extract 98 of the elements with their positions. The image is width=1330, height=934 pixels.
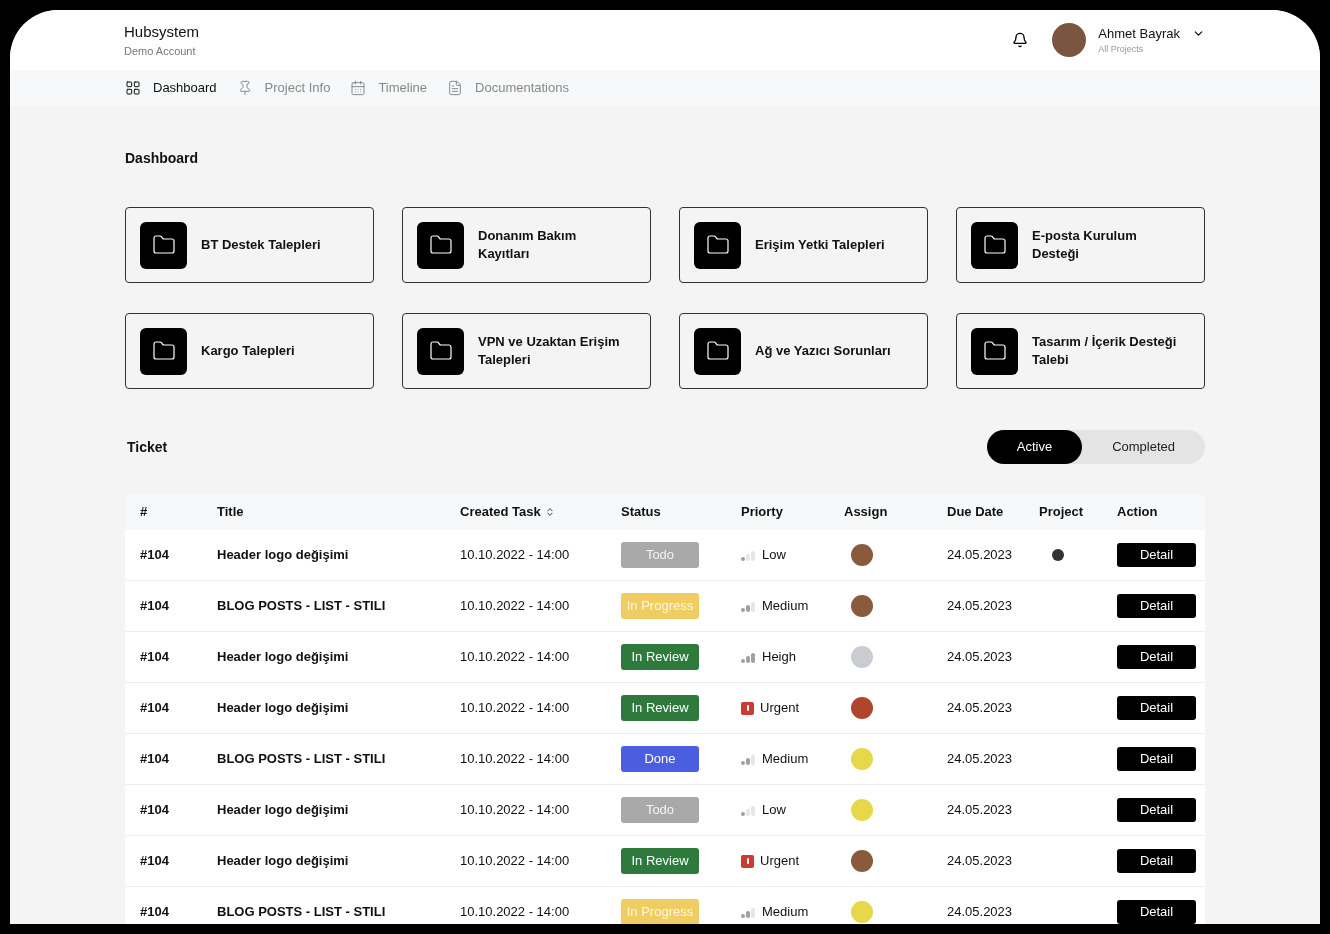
folder-card[interactable]: Kargo Talepleri [125,313,374,389]
detail-button[interactable]: Detail [1117,747,1196,771]
user-name: Ahmet Bayrak [1098,24,1180,43]
column-header: Project [1039,502,1084,521]
ticket-id: #104 [140,801,170,820]
status-badge: In Progress [621,593,699,619]
folder-card[interactable]: BT Destek Talepleri [125,207,374,283]
ticket-title: Header logo değişimi [217,852,350,871]
notification-icon[interactable] [1012,32,1029,48]
status-badge: In Review [621,644,699,670]
folder-icon [140,327,187,375]
folder-icon [971,221,1018,269]
due-date: 24.05.2023 [947,597,1014,616]
due-date: 24.05.2023 [947,546,1014,565]
ticket-title: BLOG POSTS - LIST - STILI [217,597,387,616]
folder-icon [694,327,741,375]
status-badge: Todo [621,797,699,823]
priority-label: Urgent [760,852,800,871]
folder-icon [694,221,741,269]
created-date: 10.10.2022 - 14:00 [460,699,571,718]
column-header[interactable]: Created Task [460,501,555,522]
due-date: 24.05.2023 [947,699,1014,718]
ticket-id: #104 [140,750,170,769]
ticket-title: BLOG POSTS - LIST - STILI [217,750,387,769]
ticket-id: #104 [140,597,170,616]
column-header: Priorty [741,502,783,521]
nav-tab[interactable]: Documentations [447,78,569,98]
due-date: 24.05.2023 [947,852,1014,871]
detail-button[interactable]: Detail [1117,645,1196,669]
ticket-title: Header logo değişimi [217,699,350,718]
ticket-id: #104 [140,648,170,667]
created-date: 10.10.2022 - 14:00 [460,597,571,616]
folder-icon [417,327,464,375]
priority-label: Medium [762,903,809,922]
sort-icon [544,506,555,517]
folder-icon [417,221,464,269]
ticket-title: Header logo değişimi [217,546,350,565]
section-title: Ticket [127,437,168,457]
column-header: Due Date [947,502,1004,521]
column-header: # [140,502,148,521]
folder-card[interactable]: VPN ve Uzaktan Erişim Talepleri [402,313,651,389]
created-date: 10.10.2022 - 14:00 [460,801,571,820]
nav-tab[interactable]: Project Info [236,78,331,98]
avatar[interactable] [1052,23,1087,57]
status-badge: In Review [621,695,699,721]
nav-tab[interactable]: Dashboard [125,78,217,98]
due-date: 24.05.2023 [947,648,1014,667]
status-badge: In Review [621,848,699,874]
priority-label: Medium [762,750,809,769]
folder-card[interactable]: Ağ ve Yazıcı Sorunları [679,313,928,389]
account-label: Demo Account [124,44,197,59]
document-icon [447,80,464,96]
column-header: Assign [844,502,888,521]
due-date: 24.05.2023 [947,801,1014,820]
detail-button[interactable]: Detail [1117,594,1196,618]
priority-label: Heigh [762,648,796,667]
ticket-title: Header logo değişimi [217,801,350,820]
created-date: 10.10.2022 - 14:00 [460,546,571,565]
created-date: 10.10.2022 - 14:00 [460,903,571,922]
filter-tab[interactable]: Active [986,430,1083,464]
status-badge: Todo [621,542,699,568]
created-date: 10.10.2022 - 14:00 [460,750,571,769]
ticket-title: BLOG POSTS - LIST - STILI [217,903,387,922]
detail-button[interactable]: Detail [1117,900,1196,924]
priority-label: Urgent [760,699,800,718]
ticket-id: #104 [140,546,170,565]
due-date: 24.05.2023 [947,903,1014,922]
created-date: 10.10.2022 - 14:00 [460,648,571,667]
column-header: Title [217,502,244,521]
folder-card[interactable]: Erişim Yetki Talepleri [679,207,928,283]
user-subtitle: All Projects [1098,43,1145,56]
grid-icon [125,80,141,96]
folder-card[interactable]: Donanım Bakım Kayıtları [402,207,651,283]
status-badge: In Progress [621,899,699,924]
due-date: 24.05.2023 [947,750,1014,769]
column-header: Status [621,502,661,521]
app-name: Hubsystem [124,21,200,42]
ticket-title: Header logo değişimi [217,648,350,667]
column-header: Action [1117,502,1158,521]
detail-button[interactable]: Detail [1117,798,1196,822]
calendar-icon [350,80,367,96]
folder-card[interactable]: E-posta Kurulum Desteği [956,207,1205,283]
detail-button[interactable]: Detail [1117,849,1196,873]
created-date: 10.10.2022 - 14:00 [460,852,571,871]
page-title: Dashboard [125,149,200,168]
priority-label: Medium [762,597,809,616]
ticket-id: #104 [140,903,170,922]
detail-button[interactable]: Detail [1117,696,1196,720]
status-badge: Done [621,746,699,772]
filter-tab[interactable]: Completed [1082,430,1205,464]
folder-card[interactable]: Tasarım / İçerik Desteği Talebi [956,313,1205,389]
ticket-id: #104 [140,699,170,718]
priority-label: Low [762,546,786,565]
ticket-id: #104 [140,852,170,871]
priority-label: Low [762,801,786,820]
folder-icon [140,221,187,269]
detail-button[interactable]: Detail [1117,543,1196,567]
folder-icon [971,327,1018,375]
